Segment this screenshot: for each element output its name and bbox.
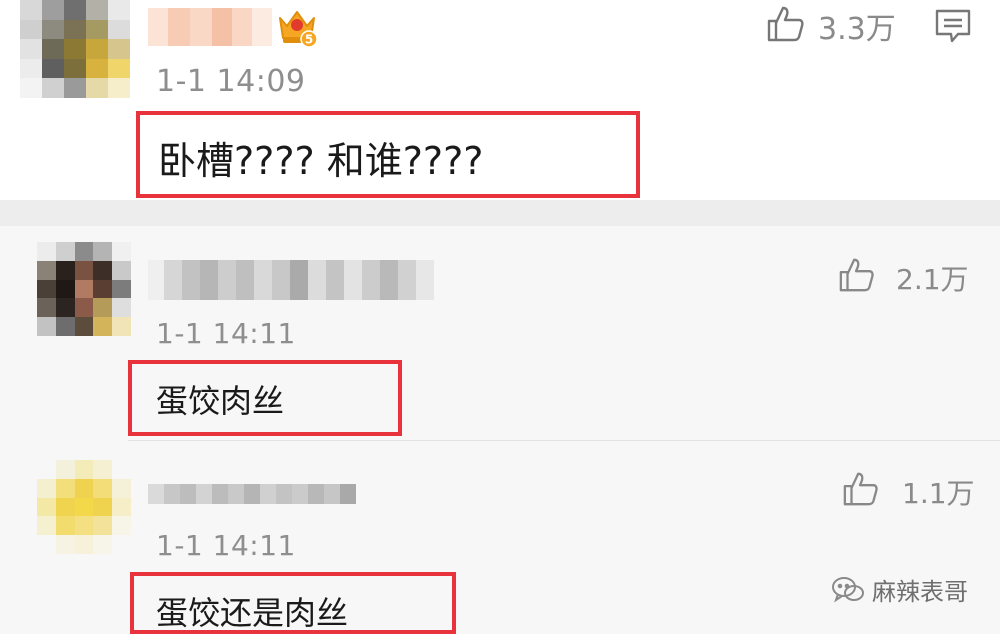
section-divider	[0, 200, 1000, 226]
username[interactable]	[148, 8, 272, 46]
reply-divider	[128, 440, 1000, 441]
thumbs-up-icon[interactable]	[766, 4, 806, 44]
vip-level: 5	[305, 33, 313, 47]
vip-crown-badge-icon: 5	[276, 6, 318, 48]
watermark: 麻辣表哥	[830, 572, 968, 607]
comment-icon[interactable]	[934, 8, 972, 44]
username[interactable]	[148, 260, 436, 300]
like-count: 2.1万	[896, 263, 969, 296]
watermark-text: 麻辣表哥	[872, 578, 968, 606]
comment-time: 1-1 14:11	[156, 529, 296, 562]
reply-list: 2.1万 1-1 14:11 蛋饺肉丝 1.1万 1-1 14:11 蛋饺还是肉…	[0, 226, 1000, 634]
like-count: 3.3万	[818, 12, 896, 47]
wechat-icon	[830, 575, 866, 605]
avatar[interactable]	[37, 460, 131, 554]
comment-time: 1-1 14:09	[156, 64, 306, 99]
comment-text: 蛋饺还是肉丝	[156, 594, 349, 632]
username[interactable]	[148, 484, 356, 504]
like-count: 1.1万	[902, 477, 975, 510]
comment-time: 1-1 14:11	[156, 317, 296, 350]
avatar[interactable]	[37, 242, 131, 336]
thumbs-up-icon[interactable]	[838, 256, 876, 294]
comment-text: 蛋饺肉丝	[156, 382, 285, 420]
thumbs-up-icon[interactable]	[842, 470, 880, 508]
avatar[interactable]	[20, 0, 130, 98]
comment-text: 卧槽???? 和谁????	[158, 139, 484, 183]
comment-item: 5 3.3万 1-1 14:09 卧槽???? 和谁????	[0, 0, 1000, 200]
